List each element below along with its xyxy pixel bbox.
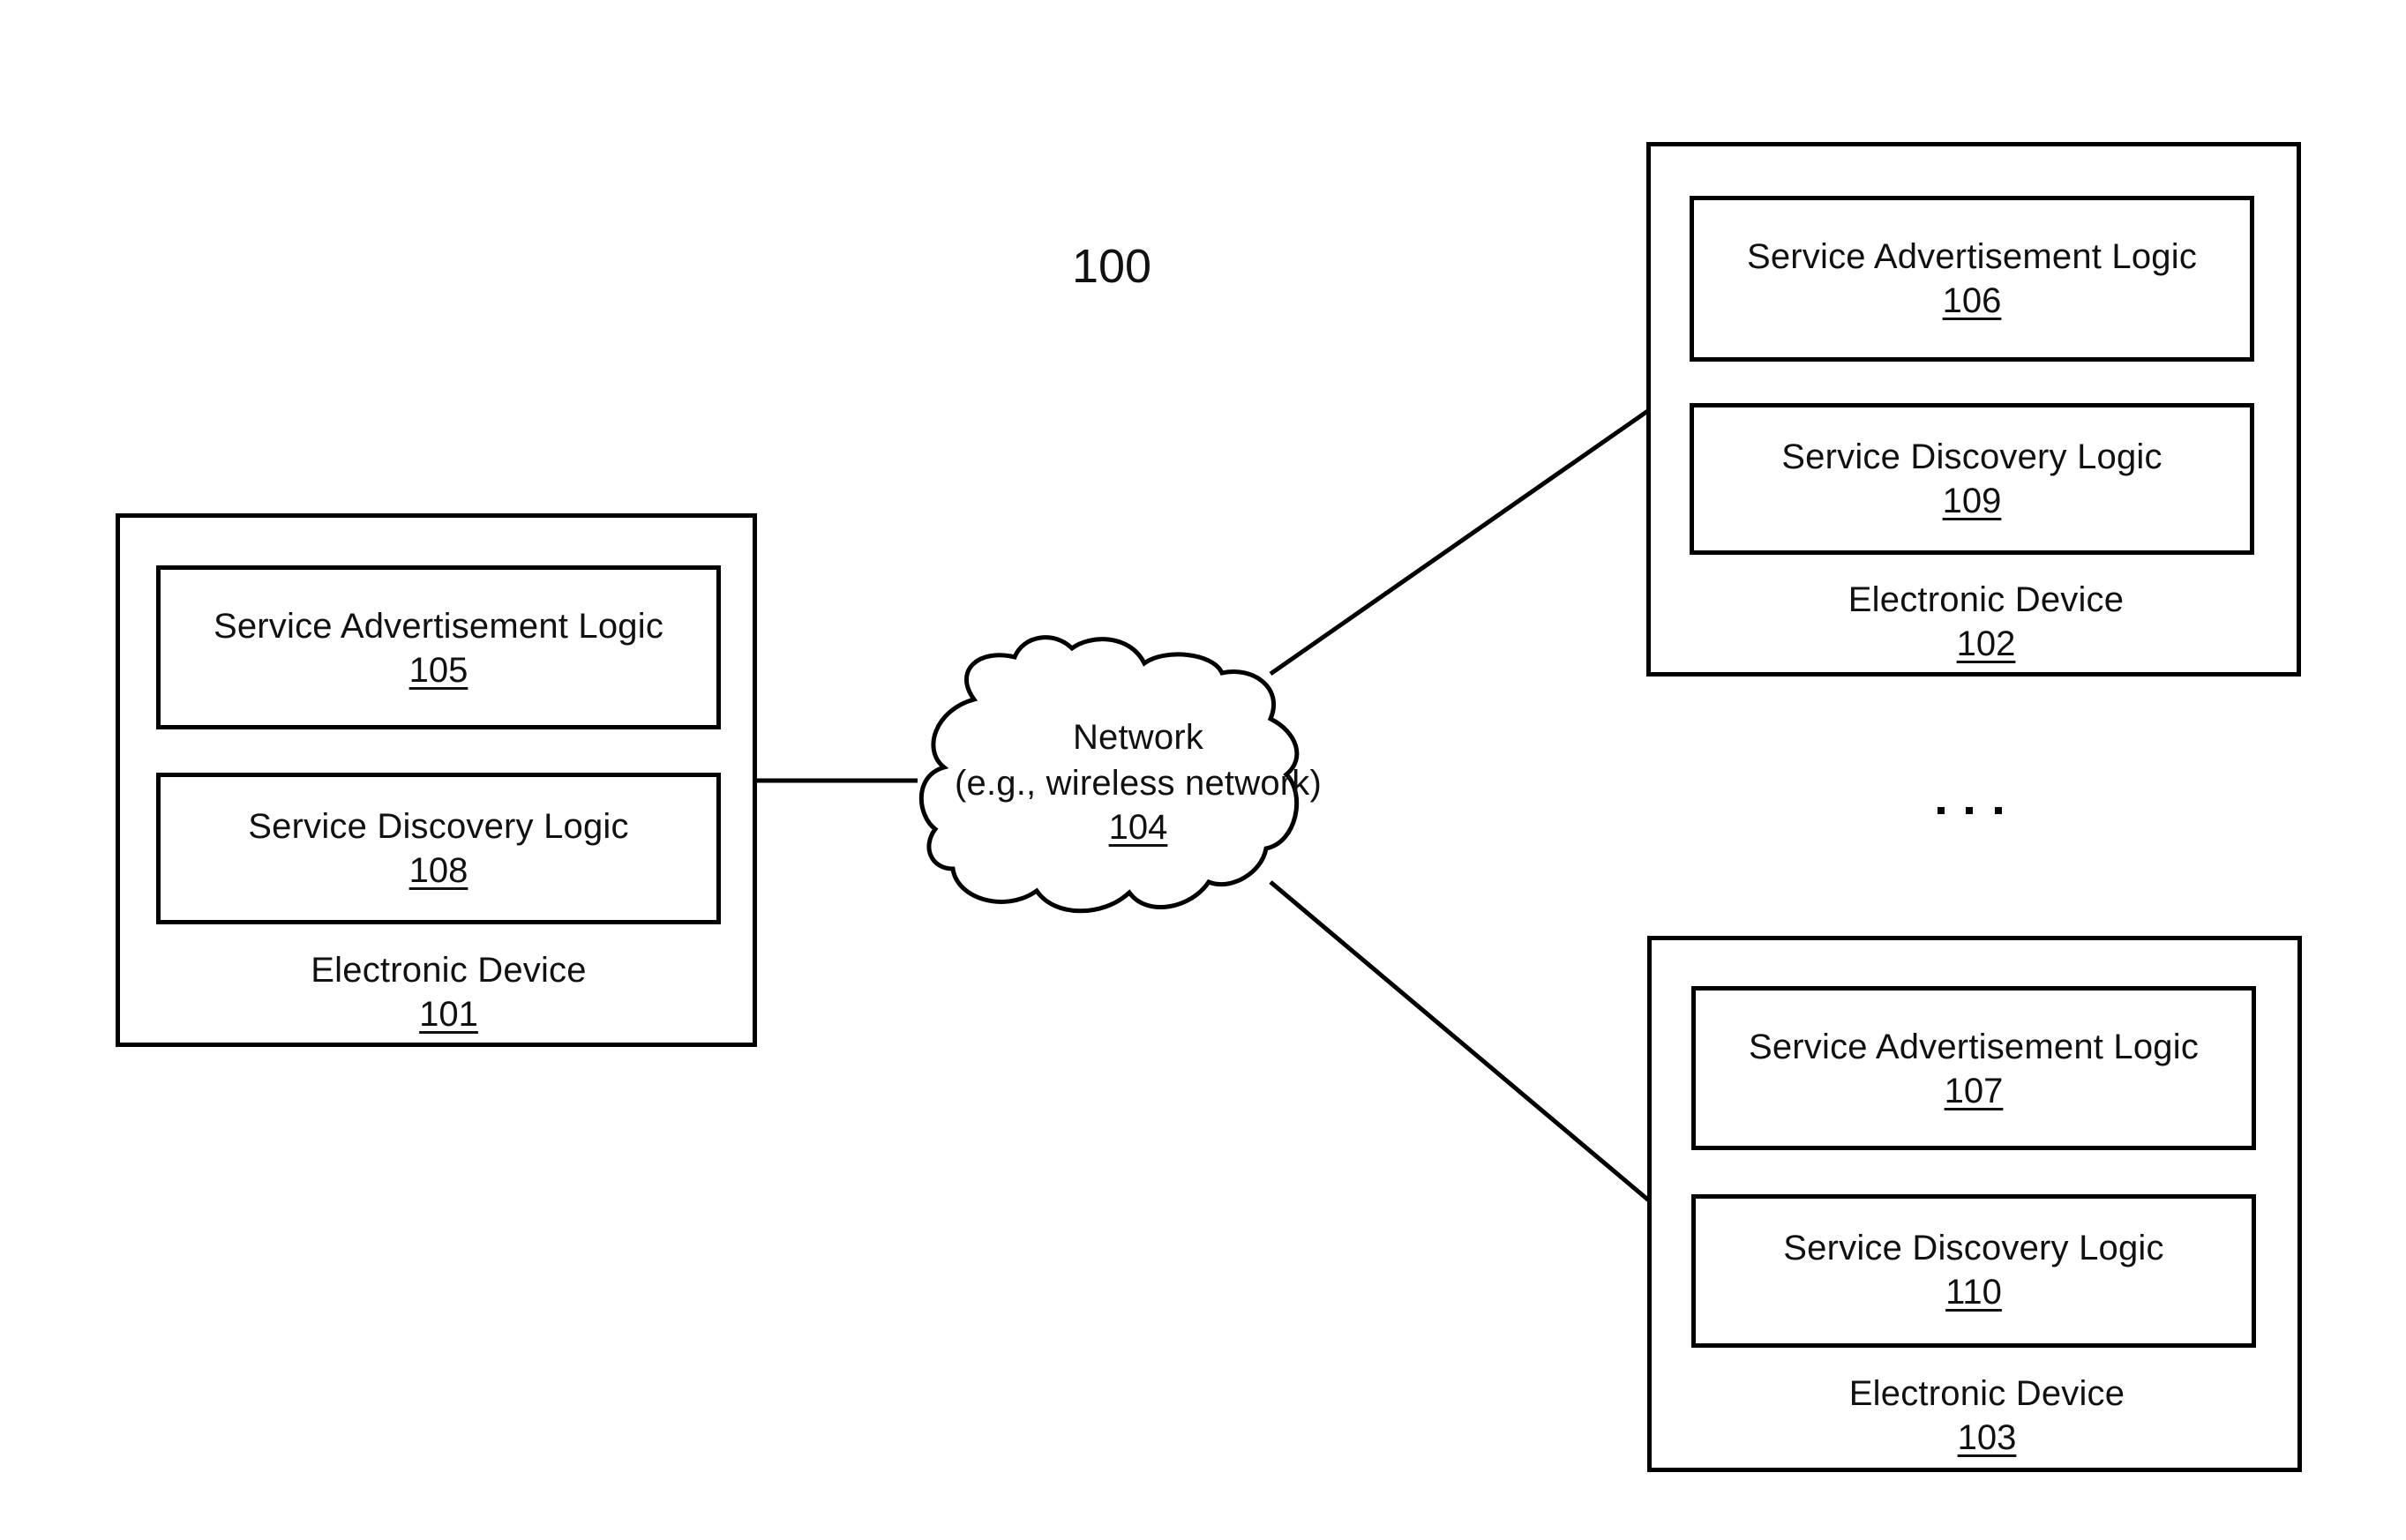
logic-name: Service Discovery Logic <box>1783 1229 2164 1267</box>
network-title: Network <box>1072 718 1204 757</box>
device-name: Electronic Device <box>1848 1374 2125 1413</box>
logic-ref: 106 <box>1942 281 2002 320</box>
service-discovery-logic-108: Service Discovery Logic 108 <box>156 773 721 924</box>
link-network-device-103 <box>1269 880 1652 1203</box>
logic-name: Service Discovery Logic <box>248 807 629 846</box>
device-name: Electronic Device <box>1848 580 2125 619</box>
network-subtitle: (e.g., wireless network) <box>954 764 1323 803</box>
logic-ref: 110 <box>1945 1273 2002 1312</box>
link-network-device-102 <box>1269 407 1651 677</box>
device-name: Electronic Device <box>311 951 587 990</box>
electronic-device-103: Service Advertisement Logic 107 Service … <box>1647 936 2302 1472</box>
device-ref: 101 <box>419 995 478 1034</box>
network-label: Network (e.g., wireless network) 104 <box>918 714 1359 848</box>
electronic-device-102: Service Advertisement Logic 106 Service … <box>1646 142 2301 677</box>
electronic-device-101: Service Advertisement Logic 105 Service … <box>116 513 757 1047</box>
network-ref: 104 <box>1108 808 1168 847</box>
device-ref: 103 <box>1957 1418 2017 1457</box>
service-discovery-logic-109: Service Discovery Logic 109 <box>1690 403 2254 555</box>
logic-name: Service Advertisement Logic <box>1746 237 2198 276</box>
logic-ref: 107 <box>1944 1072 2004 1110</box>
ellipsis-dot <box>1938 807 1945 814</box>
device-label: Electronic Device 103 <box>1652 1371 2297 1459</box>
logic-ref: 105 <box>408 651 468 690</box>
figure-number: 100 <box>1071 240 1152 293</box>
logic-name: Service Advertisement Logic <box>1748 1028 2200 1066</box>
device-label: Electronic Device 102 <box>1651 577 2297 665</box>
service-advertisement-logic-106: Service Advertisement Logic 106 <box>1690 196 2254 362</box>
device-ref: 102 <box>1956 624 2016 663</box>
device-label: Electronic Device 101 <box>120 947 753 1035</box>
ellipsis-dot <box>1995 807 2002 814</box>
logic-name: Service Advertisement Logic <box>213 607 664 646</box>
service-discovery-logic-110: Service Discovery Logic 110 <box>1691 1194 2256 1348</box>
logic-name: Service Discovery Logic <box>1781 437 2162 476</box>
logic-ref: 108 <box>408 851 468 890</box>
service-advertisement-logic-107: Service Advertisement Logic 107 <box>1691 986 2256 1150</box>
logic-ref: 109 <box>1942 482 2002 520</box>
ellipsis-dot <box>1966 807 1973 814</box>
service-advertisement-logic-105: Service Advertisement Logic 105 <box>156 565 721 729</box>
